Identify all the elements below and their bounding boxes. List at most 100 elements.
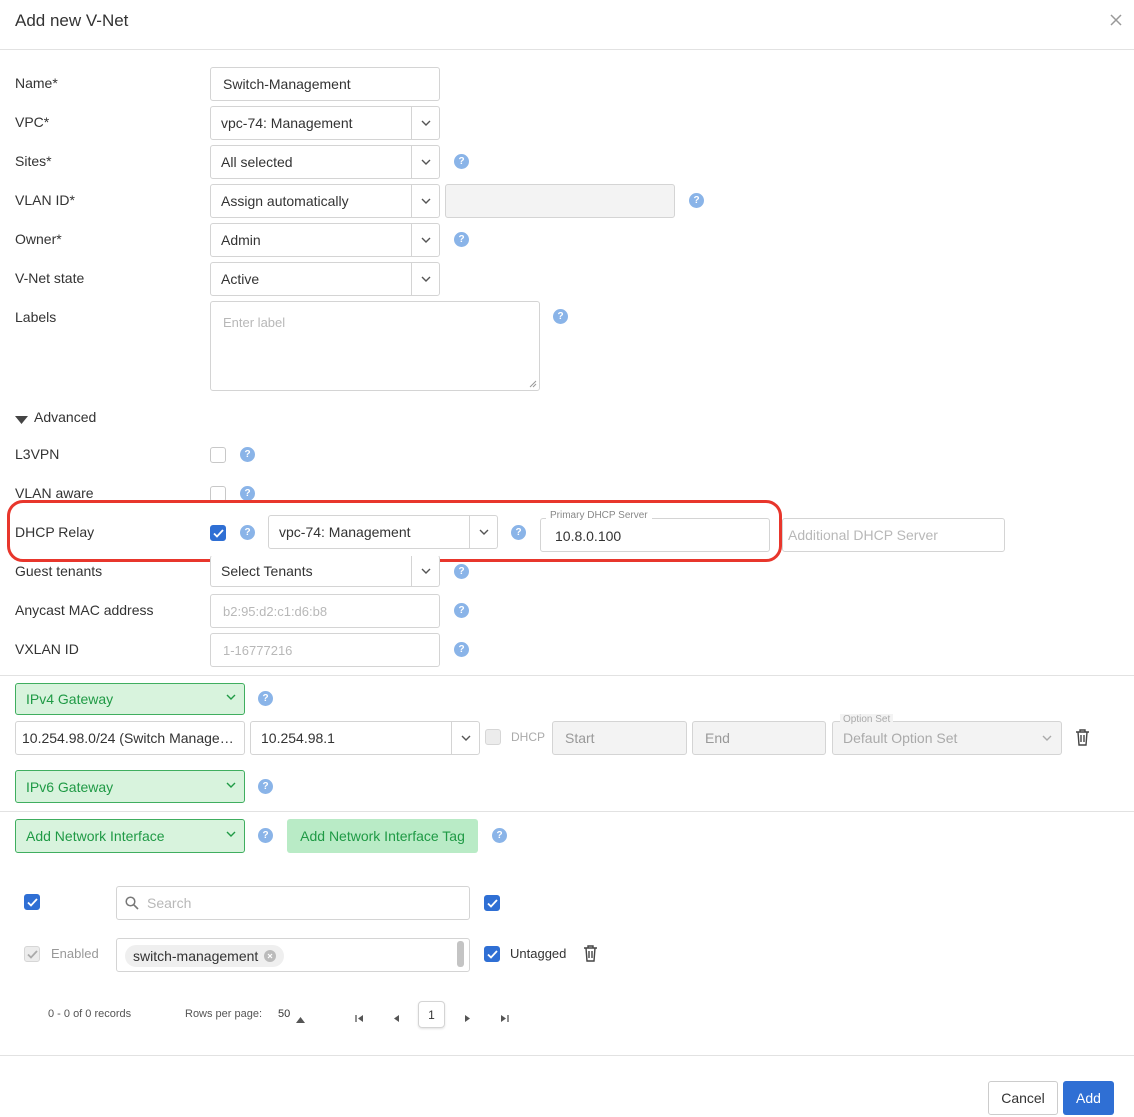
owner-select[interactable]: Admin [210,223,440,257]
vpc-label: VPC* [15,114,50,130]
ipv4-dhcp-checkbox[interactable] [485,729,501,745]
advanced-toggle[interactable]: Advanced [34,409,96,425]
add-network-interface-tag-button[interactable]: Add Network Interface Tag [287,819,478,853]
select-all-checkbox[interactable] [24,894,40,910]
last-page-icon[interactable] [500,1010,509,1026]
remove-tag-icon[interactable] [264,950,277,962]
chevron-down-icon [226,831,236,837]
help-icon[interactable]: ? [454,232,469,247]
enabled-label: Enabled [51,946,99,961]
primary-dhcp-server-value: 10.8.0.100 [555,528,622,544]
help-icon[interactable]: ? [240,447,255,462]
chevron-down-icon [411,263,439,295]
help-icon[interactable]: ? [454,603,469,618]
close-icon[interactable] [1106,10,1126,30]
chevron-down-icon [451,722,479,754]
dialog-header [0,0,1134,50]
vlan-id-label: VLAN ID* [15,192,75,208]
vxlan-id-label: VXLAN ID [15,641,79,657]
vxlan-id-input[interactable]: 1-16777216 [210,633,440,667]
divider [0,811,1134,812]
dhcp-relay-checkbox[interactable] [210,525,226,541]
dhcp-start-placeholder: Start [565,730,595,746]
vnet-state-label: V-Net state [15,270,85,286]
current-page[interactable]: 1 [418,1001,445,1028]
search-placeholder: Search [147,895,192,911]
caret-up-icon[interactable] [296,1010,305,1026]
help-icon[interactable]: ? [553,309,568,324]
anycast-mac-label: Anycast MAC address [15,602,154,618]
dhcp-start-input: Start [552,721,687,755]
ipv4-gateway-button[interactable]: IPv4 Gateway [15,683,245,715]
help-icon[interactable]: ? [258,828,273,843]
help-icon[interactable]: ? [454,564,469,579]
ipv4-subnet-input[interactable]: 10.254.98.0/24 (Switch Manage… [15,721,245,755]
dhcp-end-input: End [692,721,826,755]
untagged-checkbox[interactable] [484,946,500,962]
help-icon[interactable]: ? [511,525,526,540]
dialog-title: Add new V-Net [15,11,129,30]
dhcp-relay-vpc-select[interactable]: vpc-74: Management [268,515,498,549]
search-input[interactable]: Search [116,886,470,920]
vnet-state-select[interactable]: Active [210,262,440,296]
help-icon[interactable]: ? [689,193,704,208]
guest-tenants-select[interactable]: Select Tenants [210,555,440,587]
vlan-id-select[interactable]: Assign automatically [210,184,440,218]
scrollbar[interactable] [457,941,464,967]
first-page-icon[interactable] [355,1010,364,1026]
add-button[interactable]: Add [1063,1081,1114,1115]
ipv4-gateway-value: 10.254.98.1 [261,730,335,746]
chevron-down-icon [411,107,439,139]
ipv4-gateway-select[interactable]: 10.254.98.1 [250,721,480,755]
footer-divider [0,1055,1134,1056]
untagged-label: Untagged [510,946,567,961]
sites-select[interactable]: All selected [210,145,440,179]
option-set-select: Default Option Set [832,721,1062,755]
help-icon[interactable]: ? [454,642,469,657]
dhcp-relay-vpc-value: vpc-74: Management [279,524,411,540]
rows-per-page-select[interactable]: 50 [278,1008,290,1020]
sites-select-value: All selected [221,154,293,170]
owner-select-value: Admin [221,232,261,248]
tag-input[interactable]: switch-management [116,938,470,972]
vlan-id-select-value: Assign automatically [221,193,349,209]
help-icon[interactable]: ? [258,779,273,794]
guest-tenants-value: Select Tenants [221,563,313,579]
next-page-icon[interactable] [464,1010,472,1026]
cancel-button[interactable]: Cancel [988,1081,1058,1115]
owner-label: Owner* [15,231,62,247]
help-icon[interactable]: ? [492,828,507,843]
guest-tenants-label: Guest tenants [15,563,103,579]
enabled-checkbox[interactable] [24,946,40,962]
tag-chip: switch-management [125,945,285,967]
chevron-down-icon [226,694,236,700]
add-network-interface-button[interactable]: Add Network Interface [15,819,245,853]
labels-placeholder: Enter label [223,315,286,330]
help-icon[interactable]: ? [454,154,469,169]
primary-dhcp-server-input[interactable]: 10.8.0.100 [540,518,770,552]
add-network-interface-label: Add Network Interface [26,828,165,844]
labels-textarea[interactable]: Enter label [210,301,540,391]
ipv4-dhcp-label: DHCP [511,730,546,744]
help-icon[interactable]: ? [258,691,273,706]
dhcp-relay-label: DHCP Relay [15,524,95,540]
trash-icon[interactable] [583,945,598,965]
trash-icon[interactable] [1075,729,1090,749]
additional-dhcp-server-input[interactable]: Additional DHCP Server [782,518,1005,552]
option-set-label: Option Set [840,714,894,725]
help-icon[interactable]: ? [240,486,255,501]
anycast-mac-input[interactable]: b2:95:d2:c1:d6:b8 [210,594,440,628]
labels-label: Labels [15,309,57,325]
ipv6-gateway-button[interactable]: IPv6 Gateway [15,770,245,803]
vpc-select-value: vpc-74: Management [221,115,353,131]
vlan-id-input [445,184,675,218]
caret-down-icon[interactable] [15,412,28,428]
l3vpn-checkbox[interactable] [210,447,226,463]
anycast-mac-placeholder: b2:95:d2:c1:d6:b8 [223,603,328,619]
chevron-down-icon [226,782,236,788]
name-input[interactable]: Switch-Management [210,67,440,101]
help-icon[interactable]: ? [240,525,255,540]
prev-page-icon[interactable] [392,1010,400,1026]
vpc-select[interactable]: vpc-74: Management [210,106,440,140]
untagged-all-checkbox[interactable] [484,895,500,911]
